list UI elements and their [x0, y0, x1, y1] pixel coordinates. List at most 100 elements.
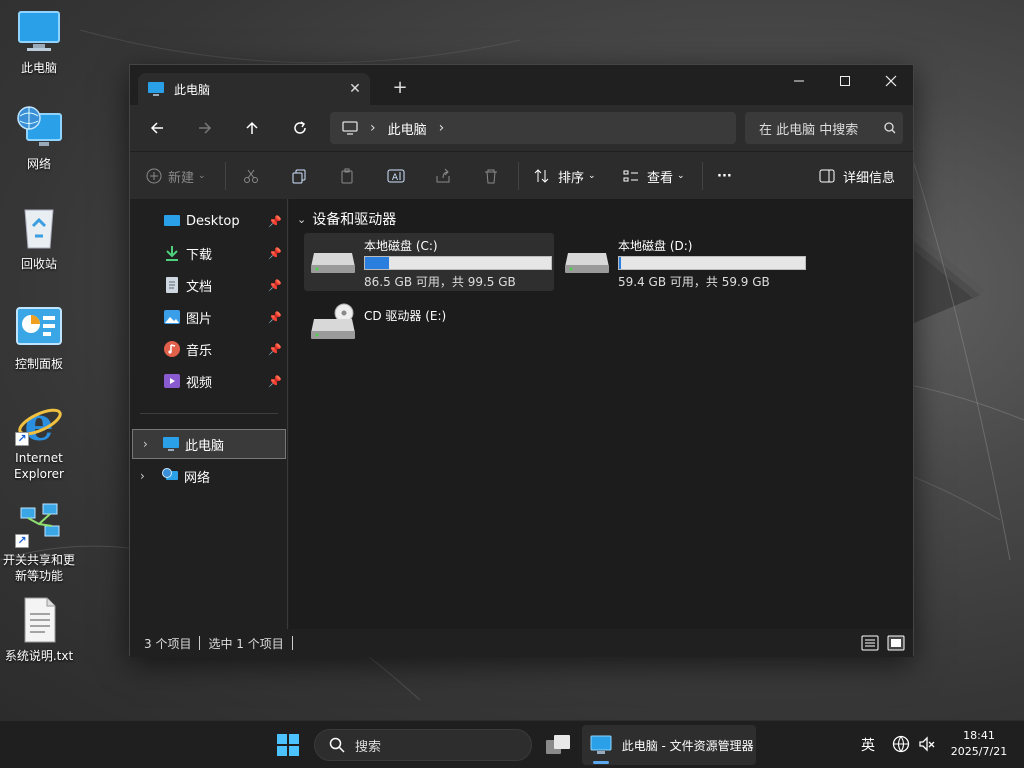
clock-time: 18:41	[963, 729, 995, 742]
desktop-icon-label: 系统说明.txt	[4, 649, 74, 663]
sidebar-item-music[interactable]: 音乐 📌	[130, 334, 286, 364]
desktop-icon-control-panel[interactable]: 控制面板	[0, 304, 78, 372]
paste-button[interactable]	[339, 164, 355, 188]
details-label: 详细信息	[843, 170, 896, 186]
back-button[interactable]	[142, 115, 172, 141]
desktop-icon-internet-explorer[interactable]: e ↗ Internet Explorer	[0, 397, 78, 482]
drive-c[interactable]: 本地磁盘 (C:) 86.5 GB 可用，共 99.5 GB	[304, 233, 554, 291]
forward-button[interactable]	[190, 115, 220, 141]
maximize-button[interactable]	[822, 65, 868, 97]
drive-d[interactable]: 本地磁盘 (D:) 59.4 GB 可用，共 59.9 GB	[558, 233, 808, 291]
computer-icon	[148, 82, 164, 96]
volume-muted-icon[interactable]	[918, 735, 936, 753]
close-icon	[885, 75, 897, 87]
ime-indicator[interactable]: 英	[861, 735, 875, 755]
rename-button[interactable]: A	[387, 164, 405, 188]
breadcrumb-this-pc[interactable]: 此电脑	[388, 119, 427, 138]
pin-icon[interactable]: 📌	[268, 279, 286, 292]
computer-icon	[590, 735, 612, 754]
search-icon[interactable]	[877, 122, 903, 134]
details-view-button[interactable]	[861, 635, 879, 651]
rename-icon: A	[387, 169, 405, 183]
copy-icon	[292, 169, 306, 184]
drive-usage-bar	[618, 256, 806, 270]
sidebar-item-network[interactable]: › 网络	[130, 461, 286, 491]
pin-icon[interactable]: 📌	[268, 375, 286, 388]
windows-logo-icon	[277, 734, 299, 756]
search-input[interactable]: 在 此电脑 中搜索	[759, 119, 877, 138]
taskbar-search[interactable]: 搜索	[314, 729, 532, 761]
control-panel-icon	[15, 304, 63, 352]
more-options-button[interactable]: ···	[717, 164, 732, 188]
share-button[interactable]	[435, 164, 451, 188]
music-icon	[164, 341, 180, 357]
download-icon	[164, 245, 180, 261]
pin-icon[interactable]: 📌	[268, 311, 286, 324]
minimize-icon	[794, 80, 804, 82]
sidebar-item-pictures[interactable]: 图片 📌	[130, 302, 286, 332]
arrow-left-icon	[150, 122, 163, 134]
start-button[interactable]	[276, 733, 300, 757]
navigation-pane: Desktop 📌 下载 📌 文档 📌 图片 📌 音乐 📌 视频 📌 › 此电脑…	[130, 199, 288, 629]
tab-this-pc[interactable]: 此电脑 ✕	[138, 73, 370, 105]
navigation-bar: › 此电脑 › 在 此电脑 中搜索	[130, 105, 913, 151]
pictures-icon	[164, 309, 180, 325]
desktop-icon-network[interactable]: 网络	[0, 104, 78, 172]
new-tab-button[interactable]: +	[388, 77, 412, 98]
sidebar-item-label: 视频	[186, 375, 213, 391]
pin-icon[interactable]: 📌	[268, 247, 286, 260]
sidebar-item-documents[interactable]: 文档 📌	[130, 270, 286, 300]
cut-button[interactable]	[243, 164, 259, 188]
desktop-icon-this-pc[interactable]: 此电脑	[0, 8, 78, 76]
sidebar-item-this-pc[interactable]: › 此电脑	[132, 429, 286, 459]
chevron-right-icon: ›	[370, 120, 376, 136]
system-clock[interactable]: 18:41 2025/7/21	[944, 728, 1014, 760]
sidebar-item-videos[interactable]: 视频 📌	[130, 366, 286, 396]
network-status-icon[interactable]	[892, 735, 910, 753]
pin-icon[interactable]: 📌	[268, 215, 286, 228]
chevron-right-icon[interactable]: ›	[143, 437, 148, 451]
share-icon	[436, 168, 450, 183]
chevron-right-icon[interactable]: ›	[439, 120, 445, 136]
computer-icon	[15, 8, 63, 56]
internet-explorer-icon: e ↗	[15, 397, 63, 451]
view-button[interactable]: 查看 ⌄	[623, 164, 685, 188]
shortcut-arrow-icon: ↗	[15, 534, 29, 548]
tab-close-button[interactable]: ✕	[340, 81, 370, 97]
up-button[interactable]	[237, 115, 267, 141]
desktop-icon-readme[interactable]: 系统说明.txt	[0, 596, 78, 664]
sidebar-item-label: 此电脑	[185, 438, 225, 454]
search-box[interactable]: 在 此电脑 中搜索	[745, 112, 903, 144]
sort-button[interactable]: 排序 ⌄	[534, 164, 596, 188]
taskbar-app-file-explorer[interactable]: 此电脑 - 文件资源管理器	[582, 725, 756, 765]
task-view-icon	[546, 735, 570, 754]
task-view-button[interactable]	[545, 734, 571, 756]
copy-button[interactable]	[291, 164, 307, 188]
taskbar: 搜索 此电脑 - 文件资源管理器 英 18:41 2025/7/21	[0, 720, 1024, 768]
minimize-button[interactable]	[776, 65, 822, 97]
selection-count: 选中 1 个项目	[208, 636, 284, 651]
chevron-right-icon[interactable]: ›	[140, 469, 145, 483]
close-button[interactable]	[868, 65, 914, 97]
refresh-button[interactable]	[285, 115, 315, 141]
pin-icon[interactable]: 📌	[268, 343, 286, 356]
desktop-icon-label: Internet Explorer	[14, 451, 64, 481]
large-icons-view-button[interactable]	[887, 635, 905, 651]
address-bar[interactable]: › 此电脑 ›	[330, 112, 736, 144]
svg-text:A: A	[392, 173, 399, 183]
sort-icon	[534, 169, 549, 183]
arrow-up-icon	[246, 121, 258, 134]
desktop-icon-sharing[interactable]: ↗ 开关共享和更 新等功能	[0, 500, 78, 584]
arrow-right-icon	[199, 122, 212, 134]
maximize-icon	[840, 76, 850, 86]
delete-button[interactable]	[483, 164, 499, 188]
sidebar-item-downloads[interactable]: 下载 📌	[130, 238, 286, 268]
desktop-icon-recycle-bin[interactable]: 回收站	[0, 204, 78, 272]
sidebar-item-desktop[interactable]: Desktop 📌	[130, 206, 286, 236]
new-button[interactable]: 新建 ⌄	[146, 164, 206, 188]
details-pane-button[interactable]: 详细信息	[819, 164, 895, 188]
group-header-devices[interactable]: ⌄ 设备和驱动器	[297, 209, 396, 229]
taskbar-search-input[interactable]: 搜索	[355, 736, 381, 755]
drive-e[interactable]: CD 驱动器 (E:)	[304, 297, 554, 355]
network-globe-icon	[15, 104, 63, 152]
